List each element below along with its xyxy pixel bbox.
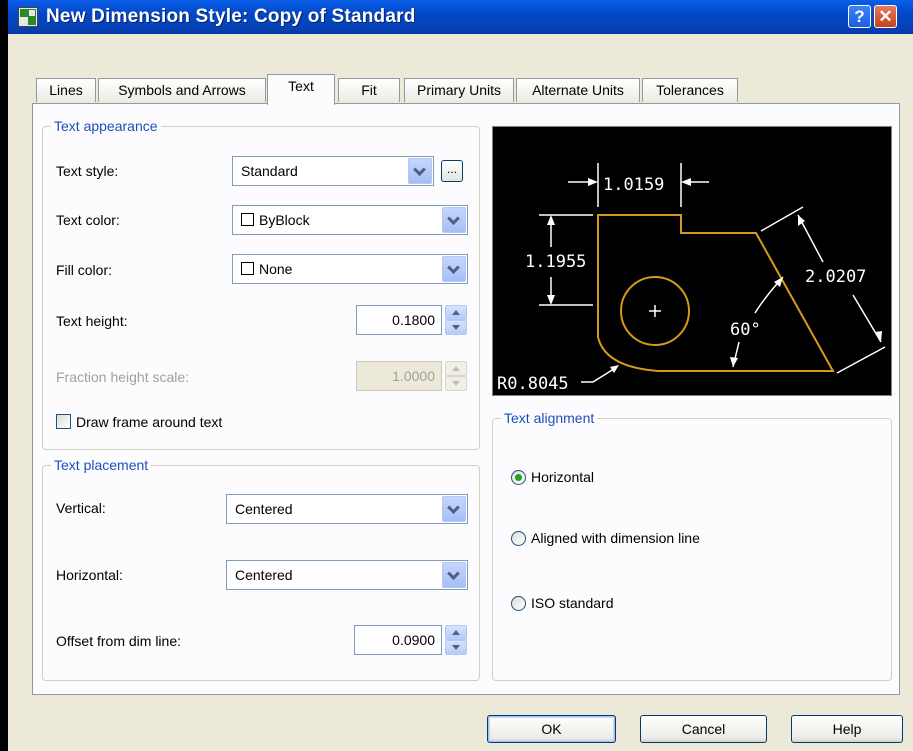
fraction-height-scale-spinner xyxy=(445,361,467,391)
horizontal-value: Centered xyxy=(235,567,293,583)
radio-horizontal[interactable] xyxy=(511,470,526,485)
dialog-window: New Dimension Style: Copy of Standard ? … xyxy=(8,0,913,751)
tab-alternate-units[interactable]: Alternate Units xyxy=(516,78,640,102)
radio-aligned-label[interactable]: Aligned with dimension line xyxy=(531,530,700,546)
title-bar[interactable]: New Dimension Style: Copy of Standard ? … xyxy=(8,0,913,34)
preview-shape-outline xyxy=(597,214,835,372)
horizontal-label: Horizontal: xyxy=(56,567,123,583)
text-color-select[interactable]: ByBlock xyxy=(232,205,468,235)
radio-horizontal-label[interactable]: Horizontal xyxy=(531,469,594,485)
tab-primary-units[interactable]: Primary Units xyxy=(404,78,514,102)
draw-frame-checkbox[interactable] xyxy=(56,414,71,429)
chevron-down-icon[interactable] xyxy=(442,207,466,233)
text-height-label: Text height: xyxy=(56,313,128,329)
fraction-height-scale-label: Fraction height scale: xyxy=(56,369,190,385)
text-height-spinner[interactable] xyxy=(445,305,467,335)
spin-down-icon[interactable] xyxy=(445,640,467,655)
tab-tolerances[interactable]: Tolerances xyxy=(642,78,738,102)
fill-color-select[interactable]: None xyxy=(232,254,468,284)
vertical-select[interactable]: Centered xyxy=(226,494,468,524)
tab-text[interactable]: Text xyxy=(267,74,335,105)
help-button[interactable]: Help xyxy=(791,715,903,743)
app-icon xyxy=(18,7,38,27)
chevron-down-icon[interactable] xyxy=(408,158,432,184)
vertical-label: Vertical: xyxy=(56,500,106,516)
draw-frame-label[interactable]: Draw frame around text xyxy=(76,414,222,430)
text-appearance-title: Text appearance xyxy=(51,118,161,134)
radio-aligned-with-dimension-line[interactable] xyxy=(511,531,526,546)
chevron-down-icon[interactable] xyxy=(442,562,466,588)
text-color-label: Text color: xyxy=(56,212,120,228)
dimension-preview: 1.0159 1.1955 2.0207 60° R0.8045 xyxy=(492,126,892,396)
dim-top-text: 1.0159 xyxy=(603,175,664,195)
fraction-height-scale-input: 1.0000 xyxy=(356,361,442,391)
radio-iso-standard[interactable] xyxy=(511,596,526,611)
offset-input[interactable]: 0.0900 xyxy=(354,625,442,655)
text-alignment-title: Text alignment xyxy=(501,410,598,426)
spin-down-icon xyxy=(445,376,467,391)
text-alignment-group: Text alignment xyxy=(492,410,892,681)
spin-up-icon xyxy=(445,361,467,376)
text-placement-title: Text placement xyxy=(51,457,152,473)
radio-iso-label[interactable]: ISO standard xyxy=(531,595,614,611)
tab-symbols-and-arrows[interactable]: Symbols and Arrows xyxy=(98,78,266,102)
spin-up-icon[interactable] xyxy=(445,625,467,640)
close-button[interactable]: ✕ xyxy=(874,5,897,28)
text-style-browse-button[interactable]: ... xyxy=(441,160,463,182)
help-title-button[interactable]: ? xyxy=(848,5,871,28)
tab-fit[interactable]: Fit xyxy=(338,78,400,102)
offset-spinner[interactable] xyxy=(445,625,467,655)
text-style-select[interactable]: Standard xyxy=(232,156,434,186)
color-swatch-icon xyxy=(241,262,254,275)
center-mark xyxy=(649,305,661,317)
text-height-input[interactable]: 0.1800 xyxy=(356,305,442,335)
fill-color-label: Fill color: xyxy=(56,262,113,278)
chevron-down-icon[interactable] xyxy=(442,256,466,282)
angle-text: 60° xyxy=(730,320,761,340)
offset-label: Offset from dim line: xyxy=(56,633,182,649)
window-title: New Dimension Style: Copy of Standard xyxy=(46,6,416,27)
dim-left-text: 1.1955 xyxy=(525,252,586,272)
spin-down-icon[interactable] xyxy=(445,320,467,335)
vertical-value: Centered xyxy=(235,501,293,517)
cancel-button[interactable]: Cancel xyxy=(640,715,767,743)
text-style-label: Text style: xyxy=(56,163,119,179)
right-dimension-lines xyxy=(760,206,886,374)
dim-right-text: 2.0207 xyxy=(805,267,866,287)
horizontal-select[interactable]: Centered xyxy=(226,560,468,590)
color-swatch-icon xyxy=(241,213,254,226)
chevron-down-icon[interactable] xyxy=(442,496,466,522)
tab-lines[interactable]: Lines xyxy=(36,78,96,102)
spin-up-icon[interactable] xyxy=(445,305,467,320)
text-color-value: ByBlock xyxy=(259,212,310,228)
radius-text: R0.8045 xyxy=(497,374,569,394)
ok-button[interactable]: OK xyxy=(487,715,616,743)
text-style-value: Standard xyxy=(241,163,298,179)
preview-drawing: 1.0159 1.1955 2.0207 60° R0.8045 xyxy=(497,163,886,394)
fill-color-value: None xyxy=(259,261,293,277)
